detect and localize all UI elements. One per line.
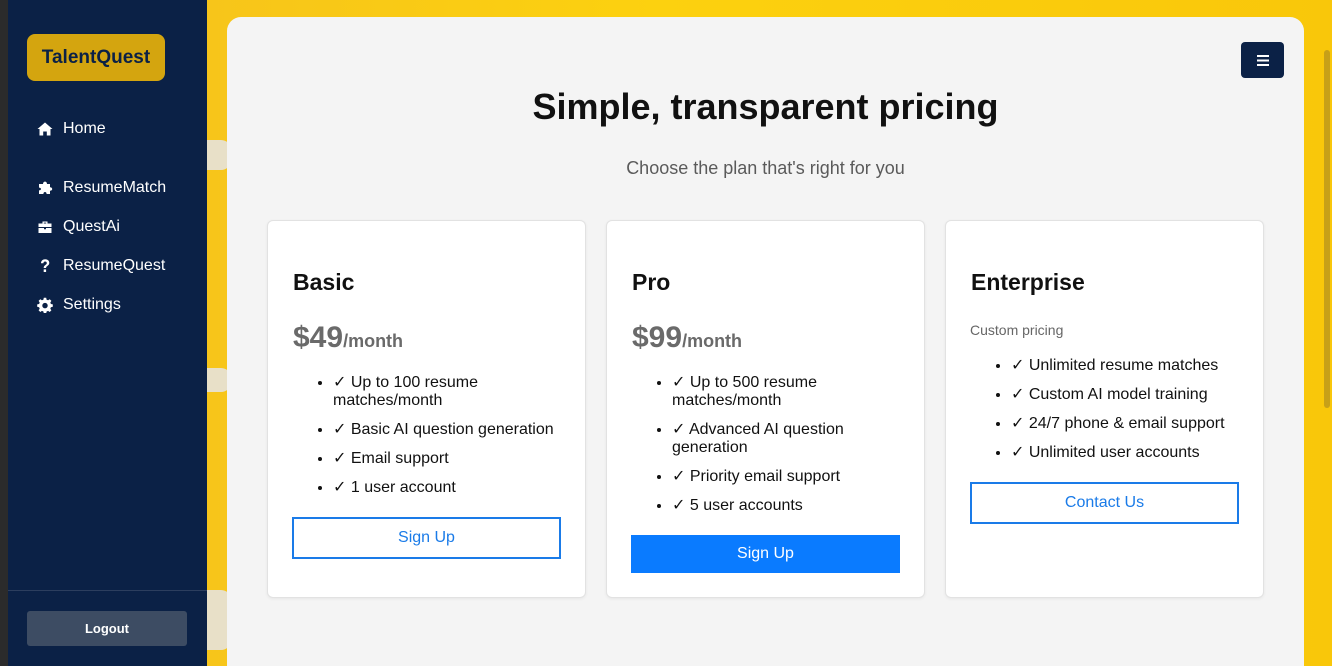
pricing-panel: Simple, transparent pricing Choose the p… (227, 17, 1304, 666)
plan-card-pro: Pro $99/month ✓ Up to 500 resume matches… (606, 220, 925, 598)
plan-name: Basic (293, 269, 355, 295)
sidebar: TalentQuest Home ResumeMatch QuestAi Res… (8, 0, 207, 666)
sidebar-item-label: ResumeMatch (63, 179, 167, 196)
plan-price: $49/month (293, 321, 403, 355)
sidebar-item-label: Settings (63, 296, 121, 313)
hamburger-menu-icon (1256, 54, 1269, 66)
price-amount: $99 (632, 321, 683, 354)
feature-item: ✓ Up to 100 resume matches/month (333, 374, 568, 410)
plan-price-note: Custom pricing (970, 322, 1064, 338)
basic-signup-button[interactable]: Sign Up (292, 517, 561, 559)
sidebar-item-home[interactable]: Home (36, 117, 106, 141)
feature-list: ✓ Up to 100 resume matches/month ✓ Basic… (293, 374, 568, 508)
feature-item: ✓ Advanced AI question generation (672, 421, 907, 457)
feature-item: ✓ 24/7 phone & email support (1011, 415, 1246, 433)
page-subtitle: Choose the plan that's right for you (626, 158, 905, 178)
feature-item: ✓ Unlimited user accounts (1011, 444, 1246, 462)
scrollbar[interactable] (1324, 50, 1330, 408)
menu-button[interactable] (1241, 42, 1284, 78)
plan-name: Enterprise (971, 269, 1085, 295)
question-icon (36, 257, 54, 275)
sidebar-divider (8, 590, 207, 591)
briefcase-icon (36, 218, 54, 236)
plan-card-enterprise: Enterprise Custom pricing ✓ Unlimited re… (945, 220, 1264, 598)
feature-item: ✓ Custom AI model training (1011, 386, 1246, 404)
feature-item: ✓ Up to 500 resume matches/month (672, 374, 907, 410)
puzzle-icon (36, 179, 54, 197)
sidebar-item-label: Home (63, 120, 106, 137)
gear-icon (36, 296, 54, 314)
pro-signup-button[interactable]: Sign Up (631, 535, 900, 573)
logout-button[interactable]: Logout (27, 611, 187, 646)
price-amount: $49 (293, 321, 344, 354)
feature-item: ✓ Priority email support (672, 468, 907, 486)
plan-price: $99/month (632, 321, 742, 355)
feature-item: ✓ 1 user account (333, 479, 568, 497)
feature-list: ✓ Unlimited resume matches ✓ Custom AI m… (971, 357, 1246, 473)
sidebar-item-resumematch[interactable]: ResumeMatch (36, 176, 166, 200)
feature-list: ✓ Up to 500 resume matches/month ✓ Advan… (632, 374, 907, 526)
plan-name: Pro (632, 269, 671, 295)
feature-item: ✓ 5 user accounts (672, 497, 907, 515)
sidebar-item-resumequest[interactable]: ResumeQuest (36, 254, 165, 278)
page-title: Simple, transparent pricing (532, 86, 999, 127)
feature-item: ✓ Unlimited resume matches (1011, 357, 1246, 375)
feature-item: ✓ Email support (333, 450, 568, 468)
price-period: /month (343, 331, 404, 351)
sidebar-item-label: ResumeQuest (63, 257, 166, 274)
plan-card-basic: Basic $49/month ✓ Up to 100 resume match… (267, 220, 586, 598)
feature-item: ✓ Basic AI question generation (333, 421, 568, 439)
brand-logo[interactable]: TalentQuest (27, 34, 165, 81)
home-icon (36, 120, 54, 138)
contact-us-button[interactable]: Contact Us (970, 482, 1239, 524)
sidebar-item-label: QuestAi (63, 218, 120, 235)
sidebar-item-questai[interactable]: QuestAi (36, 215, 120, 239)
price-period: /month (682, 331, 743, 351)
sidebar-item-settings[interactable]: Settings (36, 293, 121, 317)
